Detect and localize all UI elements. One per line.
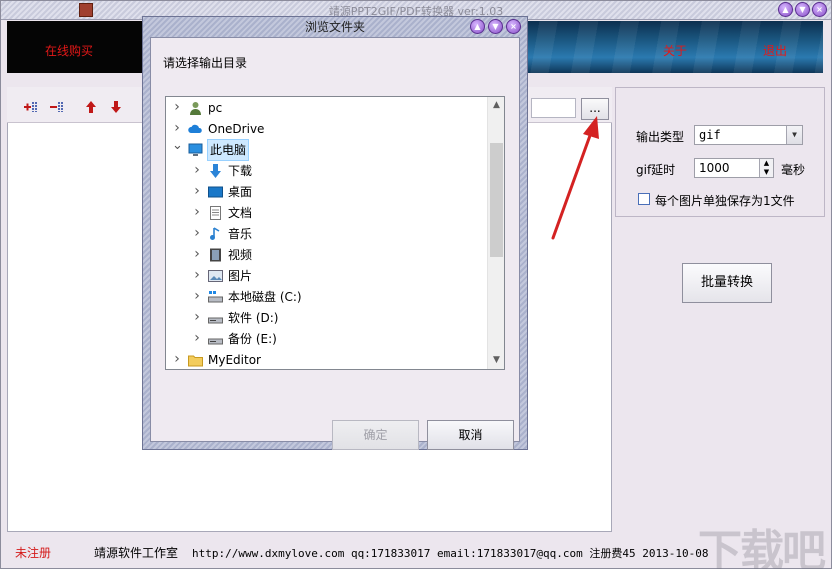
- scrollbar-thumb[interactable]: [490, 143, 503, 257]
- tree-item-label: 视频: [228, 248, 253, 262]
- tree-item-label: 此电脑: [206, 139, 250, 161]
- folder-tree[interactable]: ▲ ▼ › pc › OneDrive ⌄ 此电脑 › 下载 › 桌面 › 文档 › 音乐 › 视频 › 图片 › 本…: [165, 96, 505, 370]
- studio-name: 靖源软件工作室: [94, 546, 179, 560]
- output-type-value: gif: [699, 128, 721, 142]
- tree-item-label: 下载: [228, 164, 253, 178]
- dialog-body: 请选择输出目录 ▲ ▼ › pc › OneDrive ⌄ 此电脑 › 下载 › 桌面 › 文档 › 音乐…: [150, 37, 520, 450]
- desktop-icon: [208, 185, 223, 199]
- chevron-down-icon[interactable]: ▼: [786, 126, 802, 144]
- computer-icon: [188, 143, 203, 157]
- close-button[interactable]: ×: [812, 2, 827, 17]
- spin-arrows-icon[interactable]: ▲ ▼: [759, 159, 773, 177]
- tree-item[interactable]: › 视频: [166, 245, 486, 265]
- chevron-right-icon[interactable]: ›: [192, 286, 202, 306]
- contact-info: http://www.dxmylove.com qq:171833017 ema…: [192, 547, 709, 560]
- add-files-icon[interactable]: [23, 99, 39, 115]
- separate-file-label[interactable]: 每个图片单独保存为1文件: [655, 192, 795, 209]
- browse-folder-dialog: 浏览文件夹 ▲ ▼ × 请选择输出目录 ▲ ▼ › pc › OneDrive ⌄ 此电脑…: [142, 16, 528, 450]
- tree-item[interactable]: ⌄ 此电脑: [166, 138, 486, 161]
- gif-delay-unit: 毫秒: [781, 163, 806, 177]
- document-icon: [208, 206, 223, 220]
- registration-status: 未注册: [15, 546, 52, 560]
- chevron-right-icon[interactable]: ›: [192, 307, 202, 327]
- tree-item[interactable]: › MyEditor: [166, 349, 486, 369]
- gif-delay-spinner[interactable]: 1000 ▲ ▼: [694, 158, 774, 178]
- chevron-right-icon[interactable]: ›: [192, 244, 202, 264]
- tree-item[interactable]: › 桌面: [166, 182, 486, 202]
- tree-item-label: pc: [208, 101, 223, 115]
- download-icon: [208, 164, 223, 178]
- maximize-button[interactable]: ▼: [795, 2, 810, 17]
- annotation-arrow-icon: [551, 116, 599, 240]
- cancel-button[interactable]: 取消: [427, 420, 514, 450]
- move-down-icon[interactable]: [108, 99, 124, 115]
- scroll-down-icon[interactable]: ▼: [488, 352, 504, 369]
- tree-item-label: 文档: [228, 206, 253, 220]
- chevron-right-icon[interactable]: ›: [192, 202, 202, 222]
- batch-convert-button[interactable]: 批量转换: [682, 263, 772, 303]
- chevron-right-icon[interactable]: ›: [172, 97, 182, 117]
- chevron-right-icon[interactable]: ›: [172, 118, 182, 138]
- watermark-logo: 下载吧: [698, 526, 826, 569]
- drive-icon: [208, 311, 223, 325]
- scroll-up-icon[interactable]: ▲: [488, 97, 504, 114]
- chevron-right-icon[interactable]: ›: [192, 181, 202, 201]
- tree-item[interactable]: › OneDrive: [166, 119, 486, 139]
- tree-item[interactable]: › 下载: [166, 161, 486, 181]
- tree-item[interactable]: › 音乐: [166, 224, 486, 244]
- tree-item[interactable]: › 文档: [166, 203, 486, 223]
- ok-button[interactable]: 确定: [332, 420, 419, 450]
- tree-item-label: MyEditor: [208, 353, 261, 367]
- chevron-right-icon[interactable]: ›: [172, 349, 182, 369]
- chevron-right-icon[interactable]: ›: [192, 328, 202, 348]
- picture-icon: [208, 269, 223, 283]
- tree-item[interactable]: › 本地磁盘 (C:): [166, 287, 486, 307]
- separate-file-checkbox[interactable]: [638, 193, 650, 205]
- tree-scrollbar[interactable]: ▲ ▼: [487, 97, 504, 369]
- tree-item[interactable]: › pc: [166, 98, 486, 118]
- system-drive-icon: [208, 290, 223, 304]
- tree-item-label: 图片: [228, 269, 253, 283]
- tree-item[interactable]: › 备份 (E:): [166, 329, 486, 349]
- dialog-prompt: 请选择输出目录: [163, 56, 248, 70]
- move-up-icon[interactable]: [83, 99, 99, 115]
- output-type-select[interactable]: gif ▼: [694, 125, 803, 145]
- remove-files-icon[interactable]: [49, 99, 65, 115]
- exit-link[interactable]: 退出: [763, 42, 787, 59]
- folder-icon: [188, 353, 203, 367]
- chevron-right-icon[interactable]: ›: [192, 223, 202, 243]
- tree-item-label: 备份 (E:): [228, 332, 277, 346]
- tree-item-label: 本地磁盘 (C:): [228, 290, 302, 304]
- user-icon: [188, 101, 203, 115]
- tree-item-label: OneDrive: [208, 122, 265, 136]
- buy-online-link[interactable]: 在线购买: [45, 42, 93, 59]
- music-icon: [208, 227, 223, 241]
- minimize-button[interactable]: ▲: [778, 2, 793, 17]
- cloud-icon: [188, 122, 203, 136]
- tree-item[interactable]: › 软件 (D:): [166, 308, 486, 328]
- about-link[interactable]: 关于: [663, 42, 687, 59]
- chevron-down-icon[interactable]: ⌄: [172, 136, 183, 156]
- video-icon: [208, 248, 223, 262]
- gif-delay-label: gif延时: [636, 163, 676, 177]
- tree-item-label: 软件 (D:): [228, 311, 279, 325]
- dialog-maximize-button[interactable]: ▼: [488, 19, 503, 34]
- chevron-right-icon[interactable]: ›: [192, 265, 202, 285]
- gif-delay-value: 1000: [699, 161, 730, 175]
- chevron-right-icon[interactable]: ›: [192, 160, 202, 180]
- drive-icon: [208, 332, 223, 346]
- tree-item-label: 音乐: [228, 227, 253, 241]
- tree-item-label: 桌面: [228, 185, 253, 199]
- dialog-close-button[interactable]: ×: [506, 19, 521, 34]
- tree-item[interactable]: › 图片: [166, 266, 486, 286]
- dialog-minimize-button[interactable]: ▲: [470, 19, 485, 34]
- output-type-label: 输出类型: [636, 130, 685, 144]
